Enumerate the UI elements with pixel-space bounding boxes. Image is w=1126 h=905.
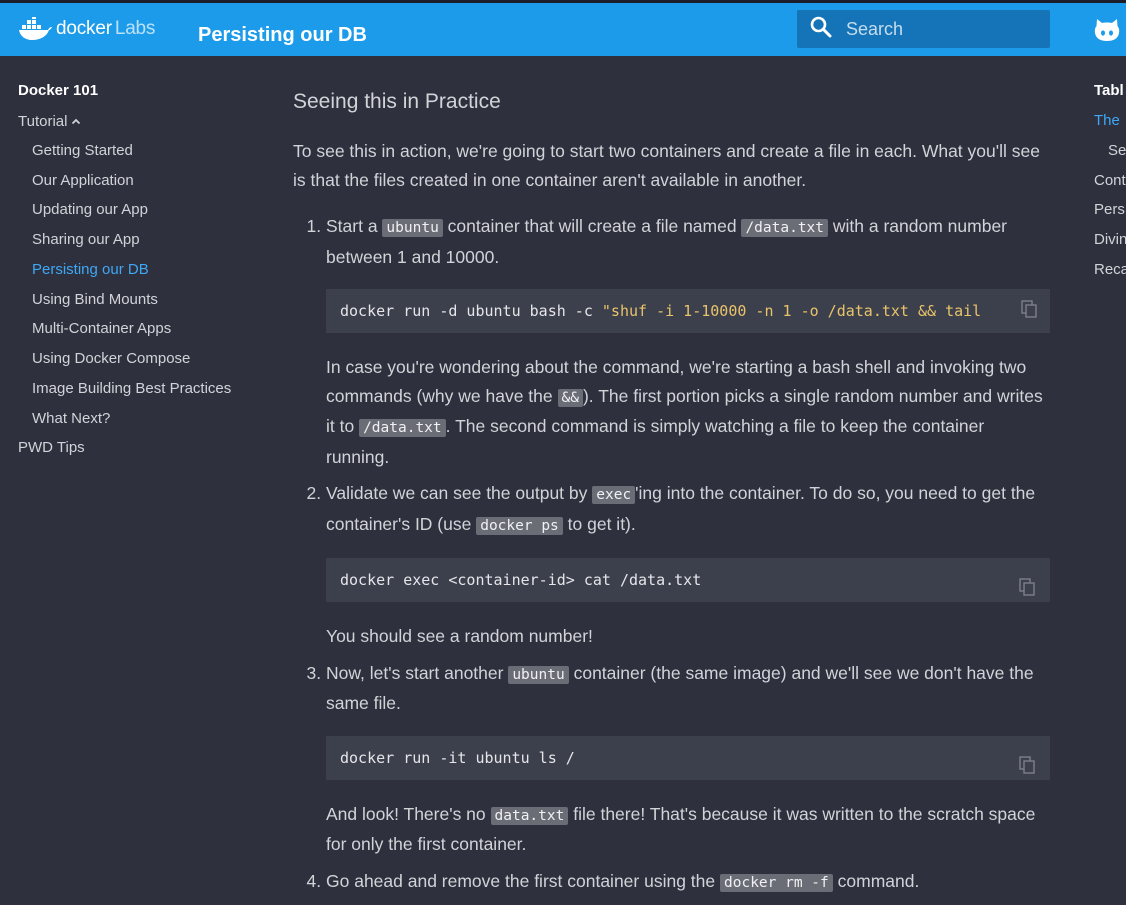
toc-item[interactable]: The <box>1094 111 1126 131</box>
step-2: Validate we can see the output by exec'i… <box>326 479 1050 651</box>
sidebar-item-getting-started[interactable]: Getting Started <box>18 141 268 161</box>
sidebar-item-our-application[interactable]: Our Application <box>18 171 268 191</box>
search-icon <box>797 16 832 43</box>
logo-text: docker Labs <box>56 18 156 39</box>
github-link[interactable] <box>1094 18 1120 47</box>
toc-item[interactable]: Pers <box>1094 200 1126 220</box>
github-icon <box>1094 19 1120 46</box>
sidebar-item-tutorial[interactable]: Tutorial <box>18 111 268 131</box>
inline-code: data.txt <box>490 806 569 825</box>
copy-icon <box>1021 300 1037 318</box>
sidebar-item-updating-our-app[interactable]: Updating our App <box>18 200 268 220</box>
search-input[interactable] <box>844 17 1038 41</box>
section-heading: Seeing this in Practice <box>293 90 501 113</box>
step-3: Now, let's start another ubuntu containe… <box>326 659 1050 859</box>
code-block[interactable]: docker run -it ubuntu ls / <box>326 735 1050 780</box>
intro-paragraph: To see this in action, we're going to st… <box>293 141 1040 190</box>
sidebar-title[interactable]: Docker 101 <box>18 81 268 101</box>
sidebar-nav: Docker 101 Tutorial Getting Started Our … <box>18 81 268 468</box>
docker-labs-logo[interactable]: docker Labs <box>18 15 155 43</box>
code-block[interactable]: docker exec <container-id> cat /data.txt <box>326 558 1050 602</box>
copy-icon <box>1019 755 1035 774</box>
inline-code: ubuntu <box>382 219 443 237</box>
step-1-explanation: In case you're wondering about the comma… <box>326 357 1043 467</box>
logo-labs-text: Labs <box>114 18 156 39</box>
step-1-text: Start a ubuntu container that will creat… <box>326 216 1008 267</box>
step-3-text: Now, let's start another ubuntu containe… <box>326 662 1034 714</box>
copy-button[interactable] <box>990 289 1050 333</box>
sidebar-item-label: Tutorial <box>18 113 68 130</box>
inline-code: ubuntu <box>508 665 569 684</box>
step-2-explanation: You should see a random number! <box>326 626 593 646</box>
toc-item[interactable]: Cont <box>1094 171 1126 191</box>
copy-icon <box>1019 578 1035 596</box>
inline-code: /data.txt <box>741 219 829 237</box>
copy-button[interactable] <box>1019 569 1037 596</box>
step-1: Start a ubuntu container that will creat… <box>326 212 1050 471</box>
inline-code: /data.txt <box>359 419 446 437</box>
main-content: Seeing this in Practice To see this in a… <box>293 88 1050 905</box>
sidebar-item-multi-container-apps[interactable]: Multi-Container Apps <box>18 319 268 339</box>
steps-list: Start a ubuntu container that will creat… <box>293 212 1050 897</box>
step-4-text: Go ahead and remove the first container … <box>326 870 920 892</box>
inline-code: docker ps <box>476 516 563 535</box>
toc-title: Tabl <box>1094 82 1124 99</box>
chevron-up-icon <box>71 111 81 131</box>
inline-code: && <box>557 388 583 407</box>
page-title: Persisting our DB <box>198 24 367 46</box>
sidebar-item-image-building[interactable]: Image Building Best Practices <box>18 379 268 399</box>
site-header: docker Labs Persisting our DB <box>0 3 1126 56</box>
sidebar-item-using-docker-compose[interactable]: Using Docker Compose <box>18 349 268 369</box>
code-block[interactable]: docker run -d ubuntu bash -c "shuf -i 1-… <box>326 289 1050 333</box>
search-box[interactable] <box>797 10 1050 48</box>
docker-whale-icon <box>18 17 52 41</box>
inline-code: docker rm -f <box>720 873 833 892</box>
table-of-contents: Tabl The Se Cont Pers Divin Reca <box>1094 81 1126 290</box>
step-3-explanation: And look! There's no data.txt file there… <box>326 803 1036 855</box>
sidebar-item-what-next[interactable]: What Next? <box>18 409 268 429</box>
copy-button[interactable] <box>1019 747 1037 774</box>
sidebar-item-persisting-our-db[interactable]: Persisting our DB <box>18 260 268 280</box>
sidebar-item-using-bind-mounts[interactable]: Using Bind Mounts <box>18 290 268 310</box>
inline-code: exec <box>592 486 636 504</box>
sidebar-item-sharing-our-app[interactable]: Sharing our App <box>18 230 268 250</box>
toc-item[interactable]: Reca <box>1094 260 1126 280</box>
step-4: Go ahead and remove the first container … <box>326 867 1050 898</box>
step-2-text: Validate we can see the output by exec'i… <box>326 483 1036 535</box>
toc-item[interactable]: Divin <box>1094 230 1126 250</box>
toc-item[interactable]: Se <box>1094 141 1126 161</box>
sidebar-item-pwd-tips[interactable]: PWD Tips <box>18 438 268 458</box>
